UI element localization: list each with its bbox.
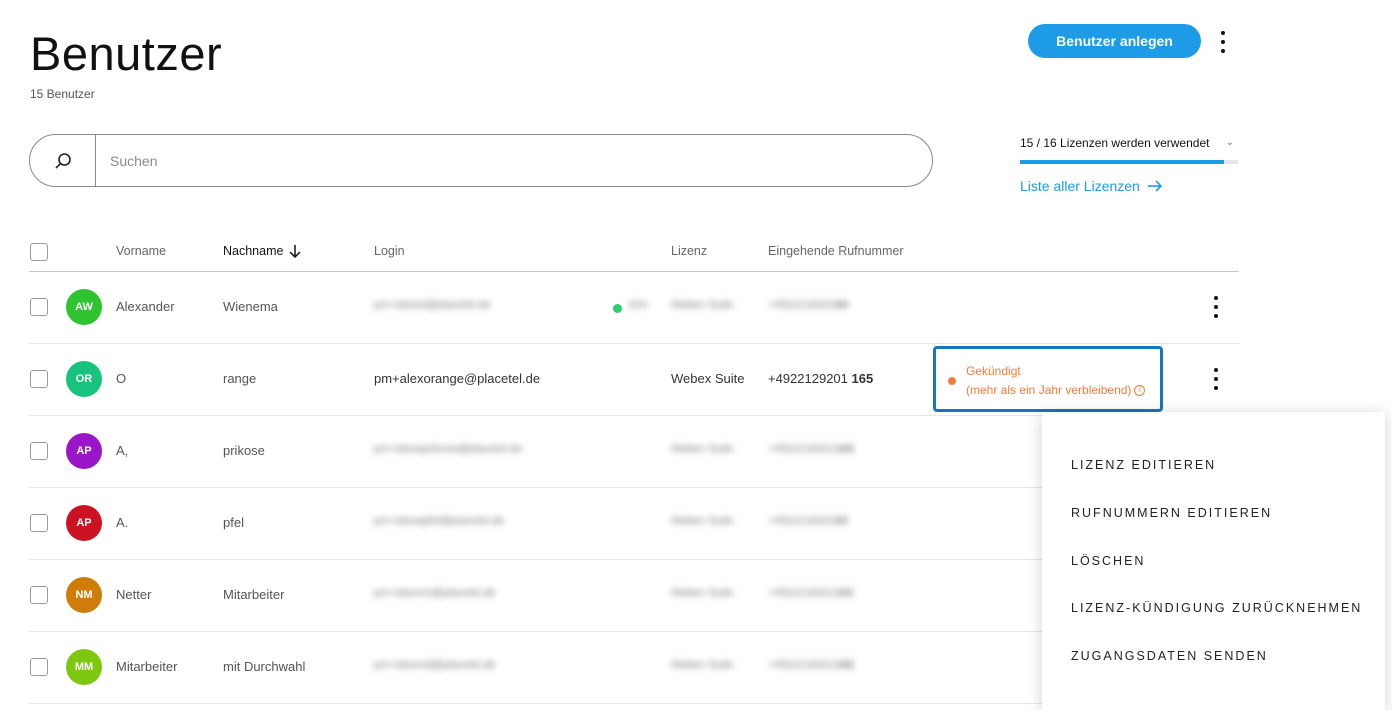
phone-number: +4922129201163: [768, 443, 854, 455]
menu-item-send-credentials[interactable]: ZUGANGSDATEN SENDEN: [1071, 649, 1268, 663]
phone-extension: 165: [851, 371, 874, 386]
row-context-menu: LIZENZ EDITIEREN RUFNUMMERN EDITIEREN LÖ…: [1042, 412, 1385, 710]
license: Webex Suite: [671, 659, 734, 671]
last-name: Mitarbeiter: [223, 587, 285, 602]
license: Webex Suite: [671, 299, 734, 311]
menu-item-edit-numbers[interactable]: RUFNUMMERN EDITIEREN: [1071, 506, 1272, 520]
last-name: range: [223, 371, 257, 386]
last-name: Wienema: [223, 299, 278, 314]
license-usage-dropdown[interactable]: 15 / 16 Lizenzen werden verwendet ⌄: [1020, 136, 1238, 150]
first-name: Netter: [116, 587, 152, 602]
last-name: mit Durchwahl: [223, 659, 306, 674]
search-icon[interactable]: [30, 135, 96, 186]
row-checkbox[interactable]: [30, 298, 48, 316]
row-checkbox[interactable]: [30, 370, 48, 388]
select-all-checkbox[interactable]: [30, 243, 48, 261]
column-header-rufnummer[interactable]: Eingehende Rufnummer: [768, 244, 904, 258]
row-checkbox[interactable]: [30, 658, 48, 676]
status-dot: [948, 377, 956, 385]
avatar: OR: [66, 361, 102, 397]
column-header-vorname[interactable]: Vorname: [116, 244, 166, 258]
menu-item-delete[interactable]: LÖSCHEN: [1071, 554, 1145, 568]
license-progress-fill: [1020, 160, 1225, 164]
row-divider: [29, 343, 1239, 344]
page-title: Benutzer: [30, 27, 223, 80]
license: Webex Suite: [671, 371, 745, 386]
chevron-down-icon: ⌄: [1225, 137, 1234, 148]
column-header-nachname[interactable]: Nachname: [223, 244, 301, 258]
login: pm+alexmd@placetel.de: [374, 659, 496, 671]
row-checkbox[interactable]: [30, 586, 48, 604]
menu-item-edit-license[interactable]: LIZENZ EDITIEREN: [1071, 458, 1216, 472]
column-header-lizenz[interactable]: Lizenz: [671, 244, 707, 258]
search-input[interactable]: [96, 135, 932, 186]
phone-number: +492212920163: [768, 515, 848, 527]
license-status-badge[interactable]: Gekündigt (mehr als ein Jahr verbleibend…: [933, 346, 1163, 412]
last-name: pfel: [223, 515, 244, 530]
search-bar: [29, 134, 933, 187]
page-more-icon[interactable]: [1219, 31, 1227, 53]
create-user-button[interactable]: Benutzer anlegen: [1028, 24, 1201, 58]
license: Webex Suite: [671, 587, 734, 599]
column-header-login[interactable]: Login: [374, 244, 405, 258]
arrow-right-icon: [1147, 180, 1162, 192]
license: Webex Suite: [671, 515, 734, 527]
license: Webex Suite: [671, 443, 734, 455]
license-usage-text: 15 / 16 Lizenzen werden verwendet: [1020, 136, 1210, 150]
row-checkbox[interactable]: [30, 442, 48, 460]
status-detail: (mehr als ein Jahr verbleibend) i: [966, 383, 1146, 397]
arrow-down-icon: [289, 244, 301, 258]
all-licenses-link[interactable]: Liste aller Lizenzen: [1020, 178, 1163, 194]
user-count: 15 Benutzer: [30, 87, 95, 101]
row-checkbox[interactable]: [30, 514, 48, 532]
presence-dot: [613, 304, 622, 313]
avatar: NM: [66, 577, 102, 613]
first-name: Alexander: [116, 299, 175, 314]
phone-extension: 162: [835, 659, 854, 671]
first-name: O: [116, 371, 127, 386]
last-name: prikose: [223, 443, 265, 458]
row-more-icon[interactable]: [1212, 296, 1220, 318]
avatar: AW: [66, 289, 102, 325]
info-icon[interactable]: i: [1134, 384, 1146, 396]
login: pm+alexnm@placetel.de: [374, 587, 496, 599]
phone-extension: 163: [835, 443, 854, 455]
first-name: A.: [116, 515, 129, 530]
phone-prefix: +4922129201: [768, 587, 836, 599]
phone-extension: 64: [835, 299, 848, 311]
phone-number: +4922129201161: [768, 587, 854, 599]
first-name: Mitarbeiter: [116, 659, 178, 674]
avatar: MM: [66, 649, 102, 685]
login: pm+alexwi@placetel.de: [374, 299, 491, 311]
header-divider: [29, 271, 1239, 272]
login: pm+alexaprikose@placetel.de: [374, 443, 522, 455]
phone-prefix: +4922129201: [768, 299, 836, 311]
phone-extension: 63: [835, 515, 848, 527]
license-progress-bar: [1020, 160, 1238, 164]
phone-number: +492212920164: [768, 299, 848, 311]
avatar: AP: [66, 433, 102, 469]
all-licenses-link-label: Liste aller Lizenzen: [1020, 178, 1140, 194]
first-name: A,: [116, 443, 129, 458]
phone-prefix: +4922129201: [768, 515, 836, 527]
phone-prefix: +4922129201: [768, 443, 836, 455]
row-more-icon[interactable]: [1212, 368, 1220, 390]
presence-badge: ZEN: [628, 300, 648, 311]
phone-prefix: +4922129201: [768, 659, 836, 671]
phone-number: +4922129201 165: [768, 371, 873, 386]
login: pm+alexapfel@placetel.de: [374, 515, 505, 527]
column-header-nachname-label: Nachname: [223, 244, 284, 258]
status-detail-text: (mehr als ein Jahr verbleibend): [966, 383, 1132, 397]
phone-extension: 161: [835, 587, 854, 599]
phone-prefix: +4922129201: [768, 371, 848, 386]
menu-item-revoke-cancellation[interactable]: LIZENZ-KÜNDIGUNG ZURÜCKNEHMEN: [1071, 601, 1362, 615]
avatar: AP: [66, 505, 102, 541]
phone-number: +4922129201162: [768, 659, 854, 671]
login: pm+alexorange@placetel.de: [374, 371, 541, 386]
status-label: Gekündigt: [966, 364, 1021, 378]
